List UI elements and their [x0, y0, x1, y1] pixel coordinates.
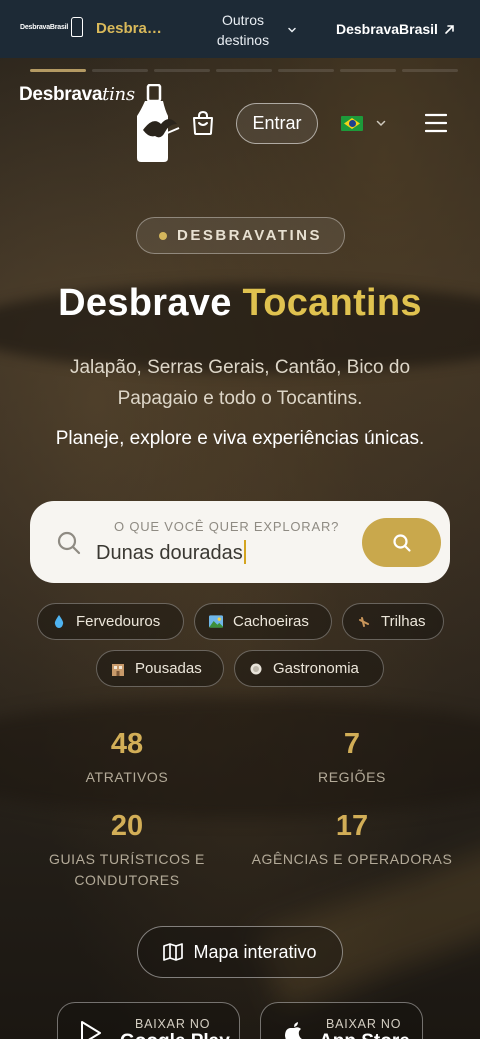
search-label: O QUE VOCÊ QUER EXPLORAR?	[114, 519, 340, 534]
slide-indicator[interactable]	[92, 69, 148, 72]
chip-pousadas[interactable]: Pousadas	[96, 650, 224, 687]
chip-trilhas[interactable]: Trilhas	[342, 603, 444, 640]
stat-value: 20	[110, 810, 144, 842]
destinations-bar: DesbravaBrasil Desbravatins Outros desti…	[0, 0, 480, 58]
search-button[interactable]	[362, 518, 441, 567]
chip-fervedouros[interactable]: Fervedouros	[37, 603, 184, 640]
slide-indicator[interactable]	[340, 69, 396, 72]
stat-label: GUIAS TURÍSTICOS E CONDUTORES	[48, 851, 205, 888]
other-destinations-toggle[interactable]: Outros destinos	[205, 10, 281, 50]
slide-progress	[30, 69, 458, 72]
login-button[interactable]: Entrar	[236, 103, 318, 144]
slide-indicator[interactable]	[216, 69, 272, 72]
search-input[interactable]: Dunas douradas	[96, 540, 246, 565]
dot-icon	[158, 231, 167, 240]
google-play-button[interactable]: BAIXAR NO Google Play	[57, 1002, 240, 1039]
chevron-down-icon[interactable]	[375, 117, 387, 129]
active-destination-link[interactable]: Desbravatins	[96, 20, 168, 37]
chevron-down-icon[interactable]	[286, 24, 298, 36]
hero-badge: DESBRAVATINS	[136, 217, 345, 254]
search-icon	[57, 531, 81, 555]
brazil-flag-icon[interactable]	[341, 116, 363, 131]
play-store-icon	[81, 1021, 101, 1039]
stat-label: ATRATIVOS	[85, 769, 169, 785]
bottle-logo-icon	[137, 84, 180, 162]
map-icon	[163, 943, 184, 961]
slide-indicator[interactable]	[278, 69, 334, 72]
hamburger-menu-icon[interactable]	[425, 113, 447, 133]
external-arrow-icon	[445, 24, 454, 34]
hotel-icon	[111, 662, 125, 676]
app-store-button[interactable]: BAIXAR NO App Store	[260, 1002, 423, 1039]
desbravatins-logo[interactable]: Desbravatins	[19, 84, 135, 106]
cart-icon[interactable]	[191, 110, 215, 136]
droplet-icon	[52, 615, 66, 629]
slide-indicator[interactable]	[30, 69, 86, 72]
hero-title: Desbrave Tocantins	[58, 282, 422, 324]
stat-value: 48	[110, 728, 144, 760]
hiking-icon	[357, 615, 371, 629]
apple-icon	[285, 1022, 302, 1039]
interactive-map-button[interactable]: Mapa interativo	[137, 926, 343, 978]
landscape-icon	[209, 615, 223, 629]
search-icon	[392, 533, 411, 552]
slide-indicator[interactable]	[402, 69, 458, 72]
hero-subtitle: Jalapão, Serras Gerais, Cantão, Bico do …	[69, 357, 411, 409]
bottle-icon	[71, 17, 84, 37]
slide-indicator[interactable]	[154, 69, 210, 72]
stat-label: REGIÕES	[318, 769, 386, 785]
search-box[interactable]: O QUE VOCÊ QUER EXPLORAR? Dunas douradas	[30, 501, 450, 583]
dish-icon	[249, 662, 263, 676]
chip-cachoeiras[interactable]: Cachoeiras	[194, 603, 332, 640]
stat-value: 7	[343, 728, 361, 760]
stat-label: AGÊNCIAS E OPERADORAS	[251, 851, 453, 867]
desbravabrasil-logo[interactable]: DesbravaBrasil	[20, 17, 84, 37]
desbravabrasil-link[interactable]: DesbravaBrasil	[336, 21, 455, 37]
stat-value: 17	[335, 810, 369, 842]
chip-gastronomia[interactable]: Gastronomia	[234, 650, 384, 687]
hero-tagline: Planeje, explore e viva experiências úni…	[55, 428, 425, 449]
